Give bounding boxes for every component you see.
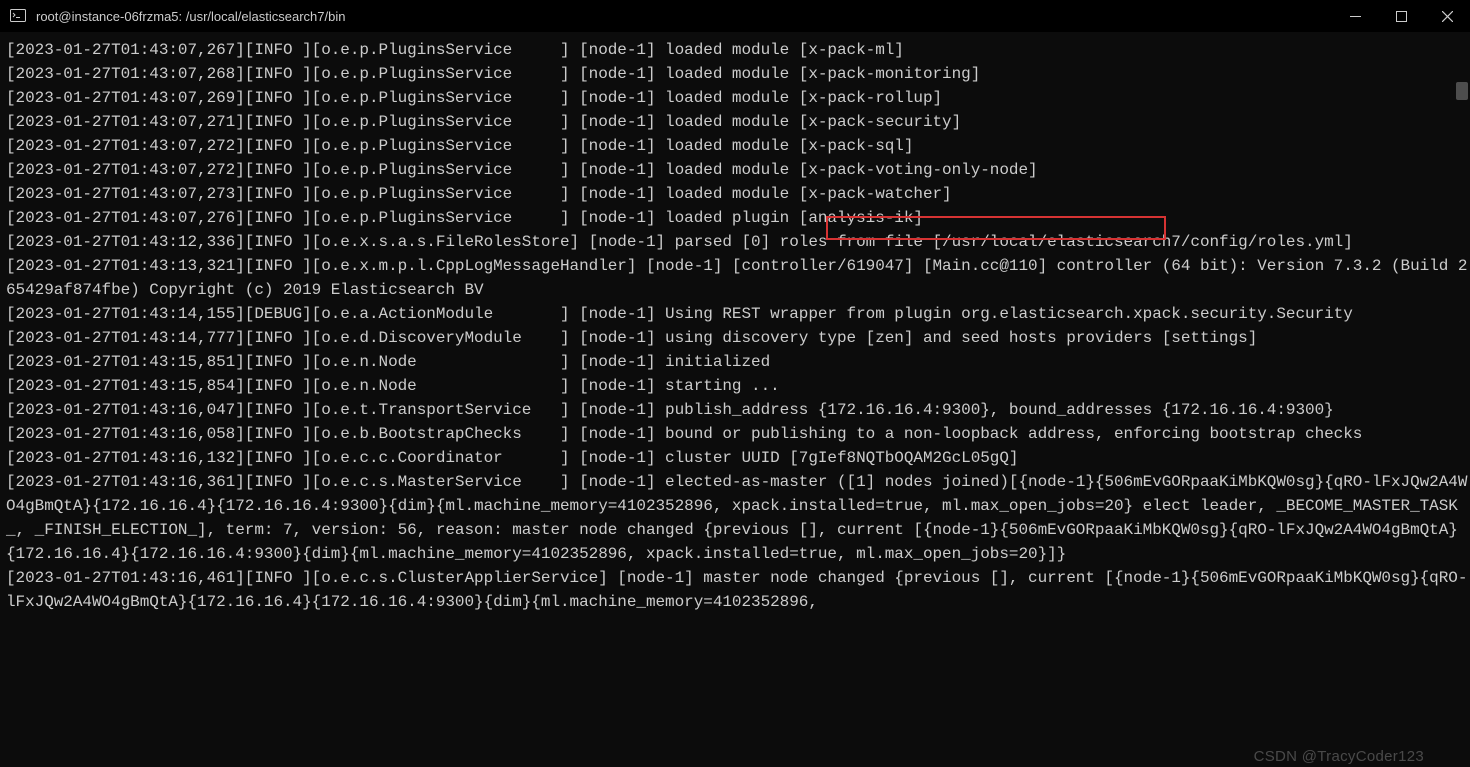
maximize-button[interactable] xyxy=(1378,0,1424,32)
window-controls xyxy=(1332,0,1470,32)
vertical-scrollbar[interactable] xyxy=(1456,38,1468,761)
scroll-thumb[interactable] xyxy=(1456,82,1468,100)
window-title: root@instance-06frzma5: /usr/local/elast… xyxy=(34,9,1332,24)
terminal-output[interactable]: [2023-01-27T01:43:07,267][INFO ][o.e.p.P… xyxy=(0,32,1470,767)
window-titlebar: root@instance-06frzma5: /usr/local/elast… xyxy=(0,0,1470,32)
terminal-app-icon xyxy=(10,8,26,24)
minimize-button[interactable] xyxy=(1332,0,1378,32)
terminal-viewport: [2023-01-27T01:43:07,267][INFO ][o.e.p.P… xyxy=(0,32,1470,767)
close-button[interactable] xyxy=(1424,0,1470,32)
